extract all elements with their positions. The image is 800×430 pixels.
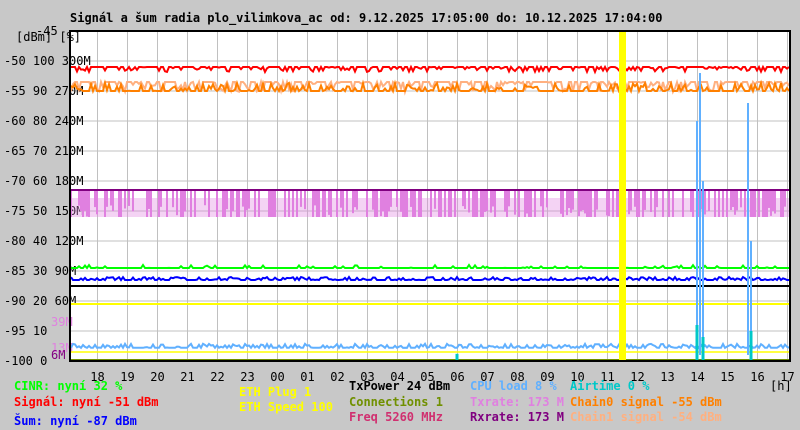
x-tick-label: 02 [330, 370, 344, 384]
x-tick-label: 22 [210, 370, 224, 384]
legend-airtime: Airtime 0 % [570, 379, 650, 393]
x-tick-label: 06 [450, 370, 464, 384]
legend-cinr: CINR: nyní 32 % [14, 379, 123, 393]
legend-eth-plug: ETH Plug 1 [239, 385, 312, 399]
legend-eth-speed: ETH Speed 100 [239, 400, 333, 414]
y-tick-label: -90 20 60M [4, 294, 76, 308]
x-tick-label: 00 [270, 370, 284, 384]
chart-svg: 18 19 20 21 22 23 00 01 02 03 04 05 06 07 08 09 10 11 12 13… [4, 24, 795, 393]
x-tick-label: 20 [150, 370, 164, 384]
x-tick-label: 01 [300, 370, 314, 384]
x-tick-label: 14 [690, 370, 704, 384]
x-axis-label: [h] [770, 379, 792, 393]
txrate-band [70, 198, 790, 217]
legend-freq: Freq 5260 MHz [349, 410, 443, 424]
outage-marker [619, 31, 626, 361]
rate-label: 6M [51, 348, 65, 362]
legend-chain0: Chain0 signal -55 dBm [570, 395, 722, 409]
legend-txrate: Txrate: 173 M [470, 395, 564, 409]
x-tick-label: 13 [660, 370, 674, 384]
x-tick-label: 21 [180, 370, 194, 384]
legend-noise: Šum: nyní -87 dBm [14, 414, 137, 428]
y-tick-label: -50 100 300M [4, 54, 91, 68]
legend-signal: Signál: nyní -51 dBm [14, 395, 159, 409]
legend-cpu: CPU load 8 % [470, 379, 557, 393]
legend-chain1: Chain1 signal -54 dBm [570, 410, 722, 424]
y-tick-label: -80 40 120M [4, 234, 83, 248]
y-tick-label: -85 30 90M [4, 264, 76, 278]
y-tick-label: -60 80 240M [4, 114, 83, 128]
y-tick-label: -95 10 [4, 324, 47, 338]
y-tick-label: -65 70 210M [4, 144, 83, 158]
x-tick-label: 15 [720, 370, 734, 384]
x-tick-label: 16 [750, 370, 764, 384]
chart-window: Signál a šum radia plo_vilimkova_ac od: … [0, 0, 800, 430]
y-axis-label: [dBm] [%] [16, 30, 81, 44]
x-tick-label: 19 [120, 370, 134, 384]
legend-txpower: TxPower 24 dBm [349, 379, 451, 393]
legend-connections: Connections 1 [349, 395, 443, 409]
x-tick-label: 23 [240, 370, 254, 384]
y-tick-label: -70 60 180M [4, 174, 83, 188]
legend-rxrate: Rxrate: 173 M [470, 410, 564, 424]
y-tick-label: -100 0 [4, 354, 47, 368]
